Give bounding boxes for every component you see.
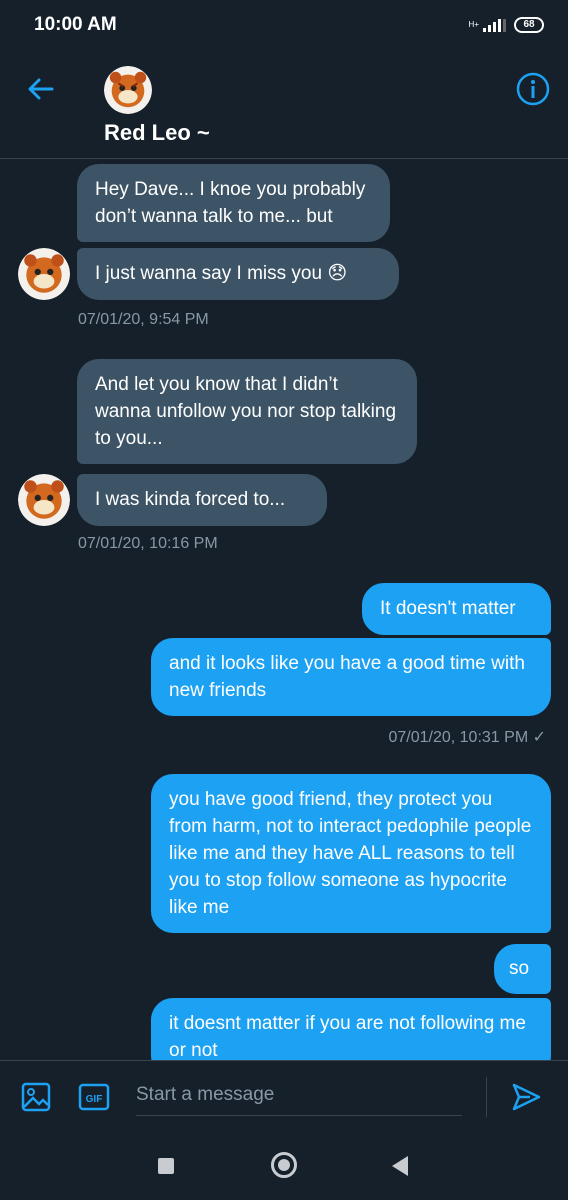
incoming-message[interactable]: And let you know that I didn’t wanna unf…: [77, 359, 417, 464]
recents-icon[interactable]: [158, 1158, 174, 1174]
message-input[interactable]: [136, 1075, 462, 1116]
contact-avatar[interactable]: [104, 66, 152, 114]
contact-name[interactable]: Red Leo ~: [104, 120, 210, 146]
incoming-message[interactable]: I was kinda forced to...: [77, 474, 327, 526]
home-icon[interactable]: [271, 1152, 297, 1178]
message-timestamp: 07/01/20, 10:31 PM ✓: [388, 729, 546, 746]
send-icon[interactable]: [510, 1081, 542, 1113]
gif-icon[interactable]: GIF: [78, 1083, 110, 1111]
outgoing-message[interactable]: and it looks like you have a good time w…: [151, 638, 551, 716]
incoming-message[interactable]: I just wanna say I miss you 😞: [77, 248, 399, 300]
status-time: 10:00 AM: [34, 14, 117, 35]
message-timestamp: 07/01/20, 9:54 PM: [78, 311, 209, 328]
sender-avatar[interactable]: [18, 474, 70, 526]
outgoing-message[interactable]: you have good friend, they protect you f…: [151, 774, 551, 933]
system-nav-bar: [0, 1130, 568, 1200]
message-composer: GIF: [0, 1060, 568, 1131]
signal-icon: [483, 18, 506, 32]
back-arrow-icon[interactable]: [26, 74, 56, 104]
composer-divider: [486, 1077, 487, 1117]
status-indicators: H+ 68: [469, 14, 544, 36]
message-timestamp: 07/01/20, 10:16 PM: [78, 535, 218, 552]
conversation-header: Red Leo ~: [0, 52, 568, 159]
image-icon[interactable]: [20, 1081, 52, 1113]
info-icon[interactable]: [516, 72, 550, 106]
network-type: H+: [468, 20, 479, 29]
gif-label: GIF: [86, 1094, 103, 1105]
outgoing-message[interactable]: so: [494, 944, 551, 994]
sender-avatar[interactable]: [18, 248, 70, 300]
incoming-message[interactable]: Hey Dave... I knoe you probably don’t wa…: [77, 164, 390, 242]
back-nav-icon[interactable]: [392, 1156, 408, 1176]
battery-icon: 68: [514, 17, 544, 33]
outgoing-message[interactable]: It doesn't matter: [362, 583, 551, 635]
status-bar: 10:00 AM H+ 68: [0, 0, 568, 52]
